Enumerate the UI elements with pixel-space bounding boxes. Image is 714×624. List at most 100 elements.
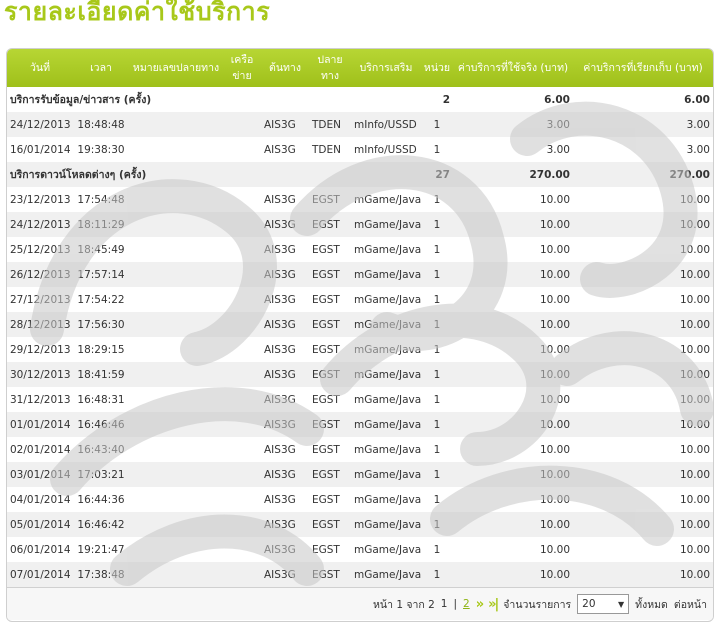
cell-time: 18:11:29 [73, 212, 129, 237]
table-row: 16/01/2014 19:38:30 AIS3G TDEN mInfo/USSD 1 3.… [7, 137, 713, 162]
show-all-label: ทั้งหมด [635, 598, 668, 611]
cell-dest-number [129, 537, 223, 562]
table-row: 24/12/2013 18:11:29 AIS3G EGST mGame/Java 1 10… [7, 212, 713, 237]
cell-destination: EGST [312, 293, 340, 306]
cell-dest-number [129, 312, 223, 337]
cell-time: 16:46:46 [73, 412, 129, 437]
cell-dest-number [129, 437, 223, 462]
cell-origin: AIS3G [264, 393, 296, 406]
cell-dest-number [129, 362, 223, 387]
col-header-billed-charge: ค่าบริการที่เรียกเก็บ (บาท) [573, 49, 713, 87]
cell-origin: AIS3G [261, 462, 309, 487]
cell-billed-charge: 10.00 [573, 462, 713, 487]
cell-units: 1 [433, 543, 441, 556]
cell-service: mGame/Java [354, 193, 422, 206]
cell-dest-number [129, 237, 223, 262]
cell-network [223, 462, 261, 487]
cell-time: 16:48:31 [77, 393, 125, 406]
page-separator: | [453, 598, 458, 610]
cell-date: 04/01/2014 [10, 493, 71, 506]
cell-actual-charge: 10.00 [453, 362, 573, 387]
cell-time: 18:29:15 [77, 343, 125, 356]
col-header-time: เวลา [73, 49, 129, 87]
cell-origin: AIS3G [264, 493, 296, 506]
cell-billed-charge: 10.00 [679, 343, 710, 356]
table-row: 04/01/2014 16:44:36 AIS3G EGST mGame/Java 1 10… [7, 487, 713, 512]
cell-billed-charge: 3.00 [686, 143, 710, 156]
cell-actual-charge: 10.00 [539, 193, 570, 206]
cell-actual-charge: 10.00 [453, 562, 573, 587]
last-page-icon[interactable]: »| [488, 597, 499, 612]
cell-billed-charge: 10.00 [573, 212, 713, 237]
col-header-destination: ปลายทาง [309, 49, 351, 87]
group-units: 27 [421, 162, 453, 187]
cell-network [223, 362, 261, 387]
group-billed-charge: 270.00 [573, 162, 713, 187]
cell-billed-charge: 10.00 [573, 512, 713, 537]
billing-detail-table: วันที่ เวลา หมายเลขปลายทาง เครือข่าย ต้น… [6, 48, 714, 622]
per-page-select[interactable]: 20 ▼ [577, 594, 630, 614]
cell-network [223, 312, 261, 337]
cell-destination: EGST [309, 412, 351, 437]
cell-billed-charge: 10.00 [679, 493, 710, 506]
cell-time: 16:44:36 [77, 493, 125, 506]
cell-date: 05/01/2014 [7, 512, 73, 537]
cell-date: 24/12/2013 [7, 112, 73, 137]
cell-destination: EGST [312, 393, 340, 406]
pagination-bar: หน้า 1 จาก 2 1 | 2 » »| จำนวนรายการ 20 ▼… [7, 587, 713, 620]
cell-dest-number [129, 412, 223, 437]
page-link-2[interactable]: 2 [463, 598, 470, 610]
cell-billed-charge: 10.00 [573, 562, 713, 587]
cell-time: 18:41:59 [73, 362, 129, 387]
cell-destination: EGST [309, 262, 351, 287]
cell-actual-charge: 10.00 [453, 412, 573, 437]
col-header-date: วันที่ [7, 49, 73, 87]
col-header-service: บริการเสริม [351, 49, 421, 87]
cell-actual-charge: 10.00 [453, 212, 573, 237]
cell-destination: TDEN [312, 143, 341, 156]
cell-destination: EGST [309, 212, 351, 237]
table-row: 29/12/2013 18:29:15 AIS3G EGST mGame/Java 1 10… [7, 337, 713, 362]
cell-time: 18:45:49 [77, 243, 125, 256]
cell-service: mGame/Java [354, 493, 422, 506]
table-row: 27/12/2013 17:54:22 AIS3G EGST mGame/Java 1 10… [7, 287, 713, 312]
cell-billed-charge: 10.00 [679, 393, 710, 406]
cell-date: 24/12/2013 [7, 212, 73, 237]
cell-service: mGame/Java [354, 393, 422, 406]
cell-network [223, 512, 261, 537]
cell-network [223, 212, 261, 237]
cell-origin: AIS3G [264, 443, 296, 456]
group-summary-row: บริการรับข้อมูล/ข่าวสาร (ครั้ง) 2 6.00 6.00 [7, 87, 713, 112]
cell-service: mGame/Java [351, 362, 421, 387]
next-page-icon[interactable]: » [476, 597, 485, 612]
cell-units: 1 [421, 112, 453, 137]
cell-actual-charge: 10.00 [539, 443, 570, 456]
cell-units: 1 [433, 243, 441, 256]
cell-service: mGame/Java [354, 243, 422, 256]
cell-units: 1 [421, 262, 453, 287]
cell-dest-number [129, 137, 223, 162]
cell-network [223, 437, 261, 462]
cell-dest-number [129, 562, 223, 587]
cell-network [223, 187, 261, 212]
cell-network [223, 412, 261, 437]
page-link-1[interactable]: 1 [441, 598, 448, 610]
cell-date: 29/12/2013 [10, 343, 71, 356]
cell-dest-number [129, 512, 223, 537]
cell-dest-number [129, 337, 223, 362]
cell-actual-charge: 10.00 [539, 393, 570, 406]
cell-origin: AIS3G [261, 362, 309, 387]
cell-billed-charge: 10.00 [573, 262, 713, 287]
cell-actual-charge: 10.00 [453, 312, 573, 337]
cell-actual-charge: 10.00 [539, 343, 570, 356]
cell-dest-number [129, 262, 223, 287]
cell-origin: AIS3G [261, 562, 309, 587]
cell-destination: EGST [312, 493, 340, 506]
cell-units: 1 [433, 443, 441, 456]
cell-time: 19:38:30 [77, 143, 125, 156]
cell-billed-charge: 10.00 [679, 243, 710, 256]
cell-service: mGame/Java [354, 293, 422, 306]
cell-dest-number [129, 287, 223, 312]
cell-units: 1 [433, 393, 441, 406]
cell-units: 1 [421, 412, 453, 437]
